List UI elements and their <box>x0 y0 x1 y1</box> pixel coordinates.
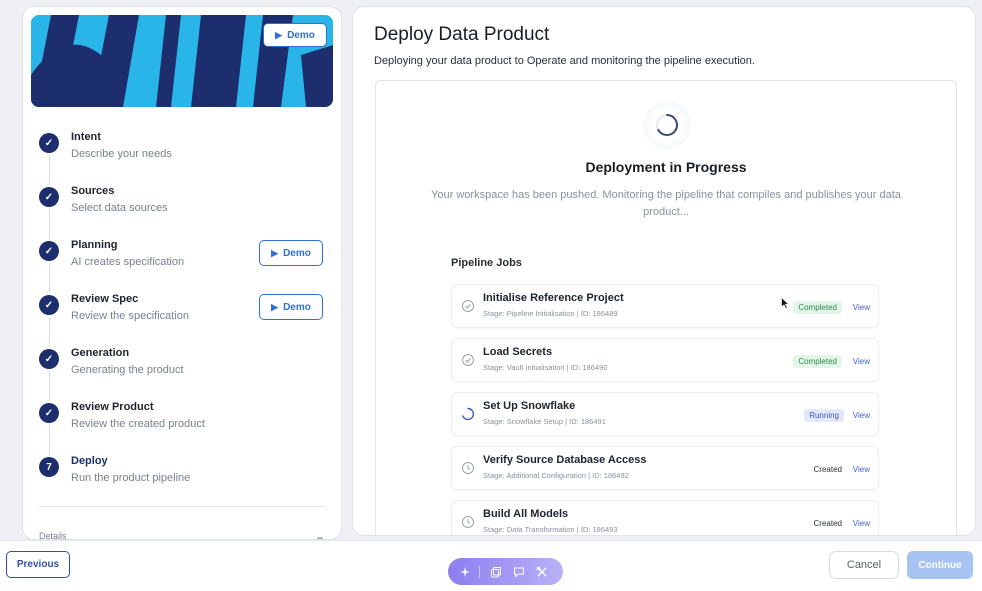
step-title: Review Spec <box>71 293 139 305</box>
chevron-down-icon: ⌄ <box>314 529 325 540</box>
step-check-icon: ✓ <box>39 133 59 153</box>
view-job-link[interactable]: View <box>853 357 870 366</box>
step-connector <box>48 317 50 347</box>
assistant-toolbar <box>448 558 563 585</box>
step-connector <box>48 425 50 455</box>
status-badge: Running <box>804 409 844 422</box>
deployment-card: Deployment in Progress Your workspace ha… <box>375 80 957 535</box>
step-connector <box>48 371 50 401</box>
wizard-sidebar: ▶ Demo ✓ Intent Describe your needs ✓ So… <box>22 6 342 540</box>
job-meta: Stage: Snowflake Setup | ID: 186491 <box>483 417 606 426</box>
view-job-link[interactable]: View <box>853 303 870 312</box>
planning-demo-button[interactable]: ▶ Demo <box>259 240 323 266</box>
step-subtitle: Run the product pipeline <box>71 472 191 484</box>
spinner-icon <box>643 101 691 149</box>
pipeline-job-row: Initialise Reference Project Stage: Pipe… <box>451 284 879 328</box>
job-name: Verify Source Database Access <box>483 454 647 466</box>
continue-button[interactable]: Continue <box>907 551 973 579</box>
demo-label: Demo <box>283 301 311 313</box>
footer-bar: Previous Cancel Continue <box>0 540 982 591</box>
job-meta: Stage: Pipeline Initialisation | ID: 186… <box>483 309 618 318</box>
step-subtitle: AI creates specification <box>71 256 185 268</box>
step-connector <box>48 209 50 239</box>
step-title: Sources <box>71 185 115 197</box>
status-badge: Completed <box>793 355 842 368</box>
job-name: Initialise Reference Project <box>483 292 624 304</box>
step-title: Intent <box>71 131 101 143</box>
banner-demo-button[interactable]: ▶ Demo <box>263 23 327 47</box>
step-number: 7 <box>39 457 59 477</box>
status-badge: Created <box>813 465 842 474</box>
step-subtitle: Describe your needs <box>71 148 172 160</box>
banner-demo-label: Demo <box>287 29 315 41</box>
step-intent[interactable]: ✓ Intent Describe your needs <box>39 131 329 185</box>
pipeline-job-row: Verify Source Database Access Stage: Add… <box>451 446 879 490</box>
pipeline-job-row: Load Secrets Stage: Vault Initialisation… <box>451 338 879 382</box>
clock-icon <box>462 516 474 528</box>
pipeline-job-row: Build All Models Stage: Data Transformat… <box>451 500 879 535</box>
step-subtitle: Select data sources <box>71 202 168 214</box>
job-name: Load Secrets <box>483 346 553 358</box>
check-circle-icon <box>462 354 474 366</box>
page-subtitle: Deploying your data product to Operate a… <box>374 55 755 67</box>
step-subtitle: Generating the product <box>71 364 184 376</box>
check-circle-icon <box>462 300 474 312</box>
job-meta: Stage: Data Transformation | ID: 186493 <box>483 525 618 534</box>
step-subtitle: Review the created product <box>71 418 205 430</box>
cancel-button[interactable]: Cancel <box>829 551 899 579</box>
step-planning[interactable]: ✓ Planning AI creates specification ▶ De… <box>39 239 329 293</box>
deploy-panel: Deploy Data Product Deploying your data … <box>352 6 976 536</box>
step-subtitle: Review the specification <box>71 310 190 322</box>
details-label: Details <box>39 531 67 540</box>
tools-icon[interactable] <box>535 565 549 579</box>
toolbar-divider <box>479 565 480 578</box>
copy-icon[interactable] <box>489 565 503 579</box>
play-icon: ▶ <box>271 247 279 258</box>
view-job-link[interactable]: View <box>853 465 870 474</box>
step-review-product[interactable]: ✓ Review Product Review the created prod… <box>39 401 329 455</box>
divider <box>39 506 325 507</box>
step-deploy[interactable]: 7 Deploy Run the product pipeline <box>39 455 329 499</box>
progress-title: Deployment in Progress <box>585 159 747 175</box>
loading-spinner-icon <box>462 407 475 421</box>
job-meta: Stage: Additional Configuration | ID: 18… <box>483 471 629 480</box>
step-connector <box>48 263 50 293</box>
step-title: Planning <box>71 239 118 251</box>
step-review-spec[interactable]: ✓ Review Spec Review the specification ▶… <box>39 293 329 347</box>
step-title: Deploy <box>71 455 108 467</box>
step-connector <box>48 155 50 185</box>
banner-image: ▶ Demo <box>31 15 333 107</box>
sparkle-icon[interactable] <box>458 565 472 579</box>
pipeline-jobs-heading: Pipeline Jobs <box>451 257 522 269</box>
step-check-icon: ✓ <box>39 295 59 315</box>
step-title: Review Product <box>71 401 154 413</box>
page-title: Deploy Data Product <box>374 24 550 45</box>
step-generation[interactable]: ✓ Generation Generating the product <box>39 347 329 401</box>
step-title: Generation <box>71 347 130 359</box>
status-badge: Completed <box>793 301 842 314</box>
details-toggle[interactable]: Details ⌄ <box>39 529 325 540</box>
step-check-icon: ✓ <box>39 403 59 423</box>
step-check-icon: ✓ <box>39 349 59 369</box>
step-check-icon: ✓ <box>39 187 59 207</box>
mouse-cursor-icon <box>781 297 789 309</box>
review-spec-demo-button[interactable]: ▶ Demo <box>259 294 323 320</box>
job-name: Build All Models <box>483 508 569 520</box>
play-icon: ▶ <box>271 301 279 312</box>
view-job-link[interactable]: View <box>853 411 870 420</box>
pipeline-job-row: Set Up Snowflake Stage: Snowflake Setup … <box>451 392 879 436</box>
status-badge: Created <box>813 519 842 528</box>
step-sources[interactable]: ✓ Sources Select data sources <box>39 185 329 239</box>
demo-label: Demo <box>283 247 311 259</box>
view-job-link[interactable]: View <box>853 519 870 528</box>
progress-description: Your workspace has been pushed. Monitori… <box>431 189 901 218</box>
job-name: Set Up Snowflake <box>483 400 576 412</box>
play-icon: ▶ <box>275 29 283 40</box>
job-meta: Stage: Vault Initialisation | ID: 186490 <box>483 363 608 372</box>
comment-icon[interactable] <box>512 565 526 579</box>
step-check-icon: ✓ <box>39 241 59 261</box>
previous-button[interactable]: Previous <box>6 551 70 578</box>
clock-icon <box>462 462 474 474</box>
